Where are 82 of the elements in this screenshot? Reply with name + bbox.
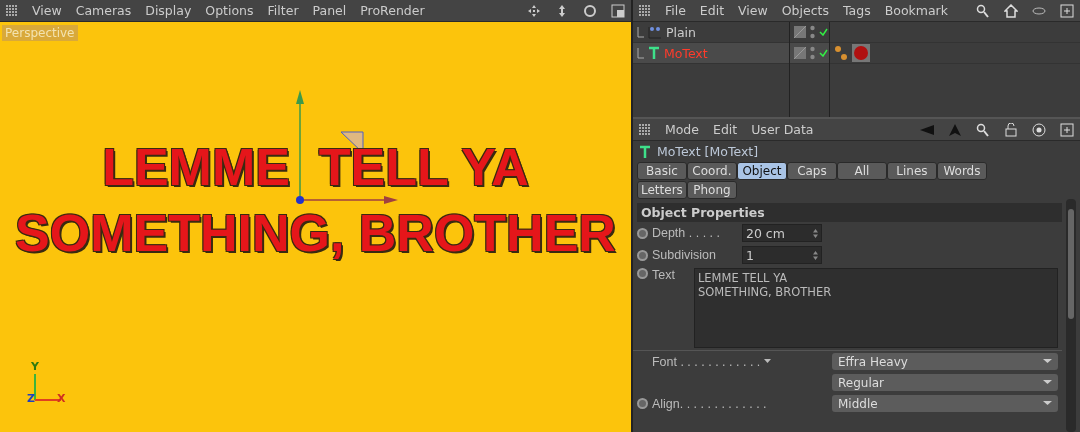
menu-item[interactable]: Tags <box>843 3 871 18</box>
menu-item[interactable]: User Data <box>751 122 814 137</box>
tab[interactable]: Coord. <box>686 162 737 180</box>
menu-item[interactable]: ProRender <box>360 3 425 18</box>
field-label: Align. . . . . . . . . . . . . <box>651 396 767 411</box>
target-icon[interactable] <box>1032 122 1046 137</box>
field-label: Depth . . . . . <box>651 226 722 240</box>
visibility-dots-icon <box>809 46 815 60</box>
scrollbar[interactable] <box>1066 199 1076 432</box>
tab[interactable]: Lines <box>886 162 937 180</box>
grip-icon[interactable] <box>638 123 651 136</box>
keyframe-radio[interactable] <box>636 227 648 239</box>
search-icon[interactable] <box>976 122 990 137</box>
menu-item[interactable]: View <box>738 3 768 18</box>
field-label: Text <box>651 268 676 282</box>
null-object-icon <box>647 25 662 39</box>
dropdown[interactable]: Middle <box>832 395 1058 412</box>
tree-line-icon <box>636 47 644 59</box>
text-area[interactable]: LEMME TELL YA SOMETHING, BROTHER <box>693 268 1058 348</box>
tab[interactable]: Object <box>736 162 787 180</box>
visibility-dots-icon <box>809 25 815 39</box>
menu-item[interactable]: Bookmark <box>884 3 948 18</box>
tab[interactable]: Basic <box>636 162 687 180</box>
grip-icon[interactable] <box>6 4 18 17</box>
menu-item[interactable]: Options <box>205 3 254 18</box>
object-name: Plain <box>665 24 696 40</box>
check-icon <box>818 49 828 57</box>
tab[interactable]: Words <box>936 162 987 180</box>
text-object-icon <box>647 46 660 60</box>
caret-icon <box>1043 380 1052 385</box>
search-icon[interactable] <box>976 3 990 18</box>
home-icon[interactable] <box>1004 3 1018 18</box>
axis-label: Z <box>27 392 35 405</box>
field-label: Font . . . . . . . . . . . . <box>651 354 761 369</box>
dropdown[interactable]: Effra Heavy <box>832 353 1058 370</box>
menu-item[interactable]: Edit <box>713 122 738 137</box>
tree-line-icon <box>636 26 644 38</box>
text-object-icon <box>638 144 651 159</box>
menu-item[interactable]: Panel <box>312 3 347 18</box>
axis-label: X <box>57 392 66 405</box>
axis-label: Y <box>31 360 39 373</box>
caret-icon[interactable] <box>764 359 772 364</box>
menu-item[interactable]: Edit <box>699 3 725 18</box>
keyframe-radio[interactable] <box>636 249 648 261</box>
tab[interactable]: Phong <box>686 181 737 199</box>
caret-icon <box>1043 359 1052 364</box>
grip-icon[interactable] <box>638 4 651 17</box>
menu-item[interactable]: View <box>32 3 62 18</box>
number-field[interactable]: 1 <box>741 246 822 264</box>
menu-item[interactable]: Filter <box>267 3 299 18</box>
window-icon[interactable] <box>610 3 625 18</box>
menu-item[interactable]: Objects <box>781 3 829 18</box>
move-icon[interactable] <box>526 3 541 18</box>
rotate-icon[interactable] <box>582 3 597 18</box>
menu-item[interactable]: Mode <box>664 122 699 137</box>
viewport[interactable]: Perspective LEMME TELL YA SOMETHING, BROTHER Y Z X <box>0 22 631 432</box>
dropdown[interactable]: Regular <box>832 374 1058 391</box>
keyframe-radio[interactable] <box>636 398 648 409</box>
new-window-icon[interactable] <box>1060 122 1074 137</box>
object-title: MoText [MoText] <box>656 144 759 159</box>
menu-item[interactable]: File <box>664 3 686 18</box>
tab[interactable]: Caps <box>786 162 837 180</box>
layer-swatch-icon <box>793 47 806 59</box>
number-field[interactable]: 20 cm <box>741 224 822 242</box>
layer-swatch-icon <box>793 26 806 38</box>
caret-icon <box>1043 401 1052 406</box>
tab[interactable]: All <box>836 162 887 180</box>
field-label: Subdivision <box>651 248 717 262</box>
new-window-icon[interactable] <box>1060 3 1074 18</box>
camera-label: Perspective <box>2 25 78 41</box>
spinner-arrows-icon <box>812 228 818 238</box>
material-ball-icon[interactable] <box>851 44 870 62</box>
menu-item[interactable]: Display <box>145 3 192 18</box>
section-header: Object Properties <box>636 203 1062 222</box>
check-icon <box>818 28 828 36</box>
tab[interactable]: Letters <box>636 181 687 199</box>
spinner-arrows-icon <box>812 250 818 260</box>
texture-tag-icon <box>833 45 848 61</box>
menu-item[interactable]: Cameras <box>75 3 132 18</box>
object-name: MoText <box>663 45 708 61</box>
unlock-icon[interactable] <box>1004 122 1018 137</box>
keyframe-radio[interactable] <box>636 268 648 279</box>
